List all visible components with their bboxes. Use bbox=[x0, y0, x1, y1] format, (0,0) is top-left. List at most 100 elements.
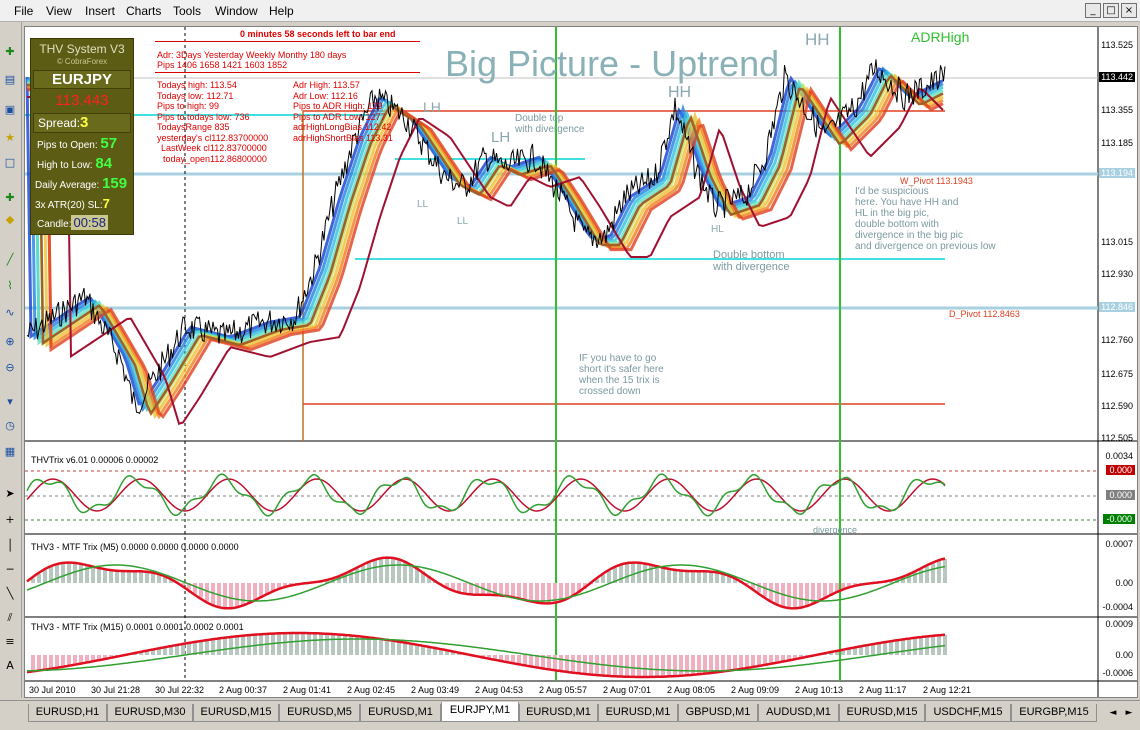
m15-hist-bar bbox=[559, 655, 563, 671]
menu-file[interactable]: File bbox=[14, 4, 33, 18]
tab-eurusd-m1[interactable]: EURUSD,M1 bbox=[598, 704, 678, 722]
close-button[interactable]: × bbox=[1121, 3, 1137, 18]
bar-end-timer: 0 minutes 58 seconds left to bar end bbox=[240, 29, 396, 39]
chart-window[interactable]: 113.525 113.355 113.185 113.015 112.930 … bbox=[24, 26, 1138, 698]
m15-hist-bar bbox=[343, 634, 347, 655]
zoom-in-icon[interactable]: ⊕ bbox=[2, 334, 18, 350]
time-tick: 2 Aug 01:41 bbox=[283, 685, 332, 695]
trend-icon[interactable]: ⌇ bbox=[2, 278, 18, 294]
cursor-icon[interactable]: ➤ bbox=[2, 486, 18, 502]
info-divider bbox=[155, 41, 420, 42]
m5-hist-bar bbox=[793, 583, 797, 609]
hh-label: HH bbox=[668, 84, 692, 101]
m15-hist-bar bbox=[577, 655, 581, 674]
m15-hist-bar bbox=[379, 638, 383, 655]
tab-eurusd-m1[interactable]: EURUSD,M1 bbox=[519, 704, 598, 722]
m15-hist-bar bbox=[319, 633, 323, 655]
menu-help[interactable]: Help bbox=[269, 4, 294, 18]
m5-hist-bar bbox=[805, 583, 809, 607]
thv-high-low: High to Low: 84 bbox=[37, 155, 113, 172]
hline-icon[interactable]: ─ bbox=[2, 562, 18, 578]
tab-eurusd-m1[interactable]: EURUSD,M1 bbox=[360, 704, 441, 722]
tab-eurjpy-m1[interactable]: EURJPY,M1 bbox=[441, 702, 519, 722]
ll-label: LL bbox=[457, 216, 469, 227]
tab-scroll-left-icon[interactable]: ◄ bbox=[1106, 705, 1120, 721]
m5-hist-bar bbox=[367, 562, 371, 583]
star-icon[interactable]: ★ bbox=[2, 130, 18, 146]
menu-view[interactable]: View bbox=[46, 4, 72, 18]
m5-hist-bar bbox=[241, 583, 245, 607]
m5-hist-bar bbox=[457, 583, 461, 592]
menu-insert[interactable]: Insert bbox=[85, 4, 115, 18]
thv-atr: 3x ATR(20) SL:7 bbox=[35, 196, 110, 211]
m5-hist-bar bbox=[541, 583, 545, 604]
m15-hist-bar bbox=[901, 639, 905, 655]
line-icon[interactable]: ╱ bbox=[2, 252, 18, 268]
grid-icon[interactable]: ▦ bbox=[2, 444, 18, 460]
lh-label: LH bbox=[423, 99, 441, 115]
window-icon[interactable]: ▣ bbox=[2, 102, 18, 118]
channel-icon[interactable]: ⫽ bbox=[2, 610, 18, 626]
m5-hist-bar bbox=[127, 571, 131, 583]
m5-hist-bar bbox=[373, 560, 377, 583]
hh-label: HH bbox=[805, 30, 830, 49]
tab-eurusd-m15[interactable]: EURUSD,M15 bbox=[839, 704, 925, 722]
zoom-out-icon[interactable]: ⊖ bbox=[2, 360, 18, 376]
window-icon[interactable]: □ bbox=[2, 155, 18, 171]
m5-hist-bar bbox=[511, 583, 515, 597]
minimize-button[interactable]: _ bbox=[1085, 3, 1101, 18]
tab-eurusd-m30[interactable]: EURUSD,M30 bbox=[107, 704, 193, 722]
thv-symbol: EURJPY bbox=[33, 70, 131, 89]
m15-hist-bar bbox=[211, 639, 215, 655]
m15-hist-bar bbox=[307, 633, 311, 655]
diamond-icon[interactable]: ◆ bbox=[2, 212, 18, 228]
tline-icon[interactable]: ╲ bbox=[2, 586, 18, 602]
m15-hist-bar bbox=[229, 637, 233, 655]
text-icon[interactable]: A bbox=[2, 658, 18, 674]
price-tick: 112.760 bbox=[1101, 335, 1133, 345]
m5-hist-bar bbox=[91, 566, 95, 583]
m5-hist-bar bbox=[55, 564, 59, 583]
dropdown-icon[interactable]: ▾ bbox=[2, 394, 18, 410]
tab-eurusd-m15[interactable]: EURUSD,M15 bbox=[193, 704, 279, 722]
m15-hist-bar bbox=[721, 655, 725, 672]
tab-usdchf-m15[interactable]: USDCHF,M15 bbox=[925, 704, 1011, 722]
m5-hist-bar bbox=[505, 583, 509, 596]
m15-tick: -0.0006 bbox=[1102, 668, 1133, 678]
plus-icon[interactable]: ✚ bbox=[2, 44, 18, 60]
m15-hist-bar bbox=[943, 634, 947, 655]
m5-hist-bar bbox=[799, 583, 803, 608]
m15-hist-bar bbox=[223, 637, 227, 655]
menu-window[interactable]: Window bbox=[215, 4, 258, 18]
tab-eurusd-m5[interactable]: EURUSD,M5 bbox=[279, 704, 360, 722]
m15-hist-bar bbox=[241, 635, 245, 655]
trend-icon[interactable]: ∿ bbox=[2, 305, 18, 321]
m15-hist-bar bbox=[313, 633, 317, 655]
tab-scroll-right-icon[interactable]: ► bbox=[1122, 705, 1136, 721]
fib-icon[interactable]: ≡ bbox=[2, 634, 18, 650]
vline-icon[interactable]: │ bbox=[2, 538, 18, 554]
clock-icon[interactable]: ◷ bbox=[2, 418, 18, 434]
chart-icon[interactable]: ▤ bbox=[2, 72, 18, 88]
menu-tools[interactable]: Tools bbox=[173, 4, 201, 18]
m15-hist-bar bbox=[337, 634, 341, 655]
m5-hist-bar bbox=[193, 583, 197, 594]
tab-eurusd-h1[interactable]: EURUSD,H1 bbox=[28, 704, 107, 722]
m15-hist-bar bbox=[397, 641, 401, 655]
menu-charts[interactable]: Charts bbox=[126, 4, 161, 18]
tab-eurgbp-m15[interactable]: EURGBP,M15 bbox=[1011, 704, 1097, 722]
tab-gbpusd-m1[interactable]: GBPUSD,M1 bbox=[678, 704, 758, 722]
m15-hist-bar bbox=[667, 655, 671, 677]
thv-price: 113.443 bbox=[55, 92, 109, 109]
suspicious-note: I'd be suspicious here. You have HH and … bbox=[855, 186, 996, 252]
restore-button[interactable]: □ bbox=[1103, 3, 1119, 18]
thv-spread: Spread:3 bbox=[33, 113, 131, 133]
crosshair-icon[interactable]: + bbox=[2, 512, 18, 528]
m15-hist-bar bbox=[637, 655, 641, 677]
plus-icon[interactable]: ✚ bbox=[2, 190, 18, 206]
tab-audusd-m1[interactable]: AUDUSD,M1 bbox=[758, 704, 839, 722]
m5-hist-bar bbox=[385, 557, 389, 583]
time-tick: 2 Aug 08:05 bbox=[667, 685, 716, 695]
m5-hist-bar bbox=[703, 571, 707, 583]
lh-label: LH bbox=[491, 129, 511, 146]
